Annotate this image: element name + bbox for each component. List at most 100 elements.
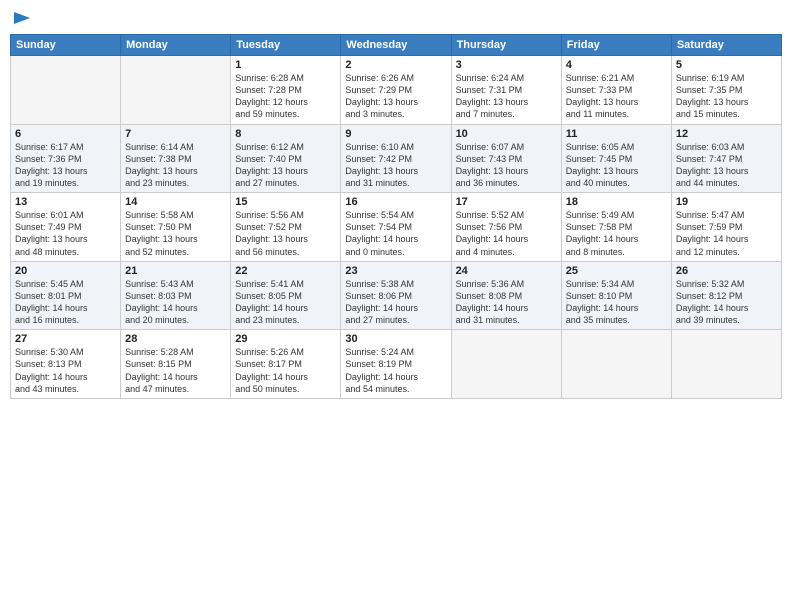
calendar-day-cell: 17Sunrise: 5:52 AM Sunset: 7:56 PM Dayli…: [451, 193, 561, 262]
calendar-week-row: 6Sunrise: 6:17 AM Sunset: 7:36 PM Daylig…: [11, 124, 782, 193]
calendar-day-cell: [121, 56, 231, 125]
day-info: Sunrise: 5:58 AM Sunset: 7:50 PM Dayligh…: [125, 209, 226, 258]
calendar-week-row: 13Sunrise: 6:01 AM Sunset: 7:49 PM Dayli…: [11, 193, 782, 262]
calendar-day-cell: 22Sunrise: 5:41 AM Sunset: 8:05 PM Dayli…: [231, 261, 341, 330]
calendar-day-cell: 3Sunrise: 6:24 AM Sunset: 7:31 PM Daylig…: [451, 56, 561, 125]
day-info: Sunrise: 6:10 AM Sunset: 7:42 PM Dayligh…: [345, 141, 446, 190]
day-info: Sunrise: 6:28 AM Sunset: 7:28 PM Dayligh…: [235, 72, 336, 121]
day-number: 4: [566, 59, 667, 71]
calendar-day-cell: 4Sunrise: 6:21 AM Sunset: 7:33 PM Daylig…: [561, 56, 671, 125]
logo: [10, 10, 32, 26]
calendar-day-cell: 20Sunrise: 5:45 AM Sunset: 8:01 PM Dayli…: [11, 261, 121, 330]
day-number: 13: [15, 196, 116, 208]
calendar-day-cell: 23Sunrise: 5:38 AM Sunset: 8:06 PM Dayli…: [341, 261, 451, 330]
day-number: 23: [345, 265, 446, 277]
day-info: Sunrise: 6:07 AM Sunset: 7:43 PM Dayligh…: [456, 141, 557, 190]
calendar-day-cell: 14Sunrise: 5:58 AM Sunset: 7:50 PM Dayli…: [121, 193, 231, 262]
day-number: 28: [125, 333, 226, 345]
calendar-day-cell: 18Sunrise: 5:49 AM Sunset: 7:58 PM Dayli…: [561, 193, 671, 262]
calendar-day-cell: 30Sunrise: 5:24 AM Sunset: 8:19 PM Dayli…: [341, 330, 451, 399]
calendar-day-cell: 15Sunrise: 5:56 AM Sunset: 7:52 PM Dayli…: [231, 193, 341, 262]
day-info: Sunrise: 5:45 AM Sunset: 8:01 PM Dayligh…: [15, 278, 116, 327]
day-number: 9: [345, 128, 446, 140]
day-number: 22: [235, 265, 336, 277]
day-info: Sunrise: 6:01 AM Sunset: 7:49 PM Dayligh…: [15, 209, 116, 258]
day-number: 16: [345, 196, 446, 208]
day-info: Sunrise: 6:17 AM Sunset: 7:36 PM Dayligh…: [15, 141, 116, 190]
day-info: Sunrise: 5:28 AM Sunset: 8:15 PM Dayligh…: [125, 346, 226, 395]
day-info: Sunrise: 6:24 AM Sunset: 7:31 PM Dayligh…: [456, 72, 557, 121]
calendar-day-cell: 11Sunrise: 6:05 AM Sunset: 7:45 PM Dayli…: [561, 124, 671, 193]
calendar-day-cell: 29Sunrise: 5:26 AM Sunset: 8:17 PM Dayli…: [231, 330, 341, 399]
day-number: 29: [235, 333, 336, 345]
day-number: 25: [566, 265, 667, 277]
calendar-week-row: 1Sunrise: 6:28 AM Sunset: 7:28 PM Daylig…: [11, 56, 782, 125]
day-info: Sunrise: 5:52 AM Sunset: 7:56 PM Dayligh…: [456, 209, 557, 258]
day-number: 10: [456, 128, 557, 140]
calendar-day-cell: 9Sunrise: 6:10 AM Sunset: 7:42 PM Daylig…: [341, 124, 451, 193]
calendar-day-header: Sunday: [11, 35, 121, 56]
day-info: Sunrise: 6:21 AM Sunset: 7:33 PM Dayligh…: [566, 72, 667, 121]
calendar-day-cell: [561, 330, 671, 399]
calendar-day-cell: 6Sunrise: 6:17 AM Sunset: 7:36 PM Daylig…: [11, 124, 121, 193]
calendar-header-row: SundayMondayTuesdayWednesdayThursdayFrid…: [11, 35, 782, 56]
calendar-day-cell: 21Sunrise: 5:43 AM Sunset: 8:03 PM Dayli…: [121, 261, 231, 330]
calendar-day-header: Tuesday: [231, 35, 341, 56]
day-number: 20: [15, 265, 116, 277]
calendar-day-cell: 28Sunrise: 5:28 AM Sunset: 8:15 PM Dayli…: [121, 330, 231, 399]
day-info: Sunrise: 5:56 AM Sunset: 7:52 PM Dayligh…: [235, 209, 336, 258]
calendar-week-row: 27Sunrise: 5:30 AM Sunset: 8:13 PM Dayli…: [11, 330, 782, 399]
day-info: Sunrise: 5:24 AM Sunset: 8:19 PM Dayligh…: [345, 346, 446, 395]
day-info: Sunrise: 5:26 AM Sunset: 8:17 PM Dayligh…: [235, 346, 336, 395]
day-number: 5: [676, 59, 777, 71]
calendar-week-row: 20Sunrise: 5:45 AM Sunset: 8:01 PM Dayli…: [11, 261, 782, 330]
day-info: Sunrise: 5:54 AM Sunset: 7:54 PM Dayligh…: [345, 209, 446, 258]
calendar-day-cell: 24Sunrise: 5:36 AM Sunset: 8:08 PM Dayli…: [451, 261, 561, 330]
day-number: 14: [125, 196, 226, 208]
day-info: Sunrise: 6:19 AM Sunset: 7:35 PM Dayligh…: [676, 72, 777, 121]
day-info: Sunrise: 6:14 AM Sunset: 7:38 PM Dayligh…: [125, 141, 226, 190]
calendar-day-cell: 1Sunrise: 6:28 AM Sunset: 7:28 PM Daylig…: [231, 56, 341, 125]
day-number: 1: [235, 59, 336, 71]
calendar-day-header: Saturday: [671, 35, 781, 56]
calendar-day-cell: [671, 330, 781, 399]
day-info: Sunrise: 5:30 AM Sunset: 8:13 PM Dayligh…: [15, 346, 116, 395]
day-number: 26: [676, 265, 777, 277]
calendar-day-cell: 19Sunrise: 5:47 AM Sunset: 7:59 PM Dayli…: [671, 193, 781, 262]
logo-flag-icon: [12, 10, 32, 30]
calendar-day-header: Friday: [561, 35, 671, 56]
day-number: 24: [456, 265, 557, 277]
header: [10, 10, 782, 26]
day-info: Sunrise: 5:49 AM Sunset: 7:58 PM Dayligh…: [566, 209, 667, 258]
day-number: 17: [456, 196, 557, 208]
calendar-day-cell: 5Sunrise: 6:19 AM Sunset: 7:35 PM Daylig…: [671, 56, 781, 125]
day-info: Sunrise: 5:38 AM Sunset: 8:06 PM Dayligh…: [345, 278, 446, 327]
calendar-day-cell: 8Sunrise: 6:12 AM Sunset: 7:40 PM Daylig…: [231, 124, 341, 193]
day-number: 7: [125, 128, 226, 140]
day-info: Sunrise: 5:47 AM Sunset: 7:59 PM Dayligh…: [676, 209, 777, 258]
day-number: 30: [345, 333, 446, 345]
calendar-day-header: Monday: [121, 35, 231, 56]
day-number: 27: [15, 333, 116, 345]
calendar-day-header: Thursday: [451, 35, 561, 56]
day-number: 8: [235, 128, 336, 140]
page: SundayMondayTuesdayWednesdayThursdayFrid…: [0, 0, 792, 612]
calendar-day-cell: 12Sunrise: 6:03 AM Sunset: 7:47 PM Dayli…: [671, 124, 781, 193]
day-info: Sunrise: 6:03 AM Sunset: 7:47 PM Dayligh…: [676, 141, 777, 190]
day-info: Sunrise: 6:12 AM Sunset: 7:40 PM Dayligh…: [235, 141, 336, 190]
day-number: 2: [345, 59, 446, 71]
calendar-day-cell: 16Sunrise: 5:54 AM Sunset: 7:54 PM Dayli…: [341, 193, 451, 262]
day-number: 11: [566, 128, 667, 140]
calendar-day-cell: 25Sunrise: 5:34 AM Sunset: 8:10 PM Dayli…: [561, 261, 671, 330]
day-info: Sunrise: 6:05 AM Sunset: 7:45 PM Dayligh…: [566, 141, 667, 190]
day-number: 12: [676, 128, 777, 140]
calendar-day-cell: 10Sunrise: 6:07 AM Sunset: 7:43 PM Dayli…: [451, 124, 561, 193]
day-number: 19: [676, 196, 777, 208]
calendar-day-header: Wednesday: [341, 35, 451, 56]
day-info: Sunrise: 5:32 AM Sunset: 8:12 PM Dayligh…: [676, 278, 777, 327]
calendar-day-cell: 27Sunrise: 5:30 AM Sunset: 8:13 PM Dayli…: [11, 330, 121, 399]
day-info: Sunrise: 5:36 AM Sunset: 8:08 PM Dayligh…: [456, 278, 557, 327]
day-info: Sunrise: 5:43 AM Sunset: 8:03 PM Dayligh…: [125, 278, 226, 327]
calendar-day-cell: 2Sunrise: 6:26 AM Sunset: 7:29 PM Daylig…: [341, 56, 451, 125]
calendar-day-cell: [11, 56, 121, 125]
